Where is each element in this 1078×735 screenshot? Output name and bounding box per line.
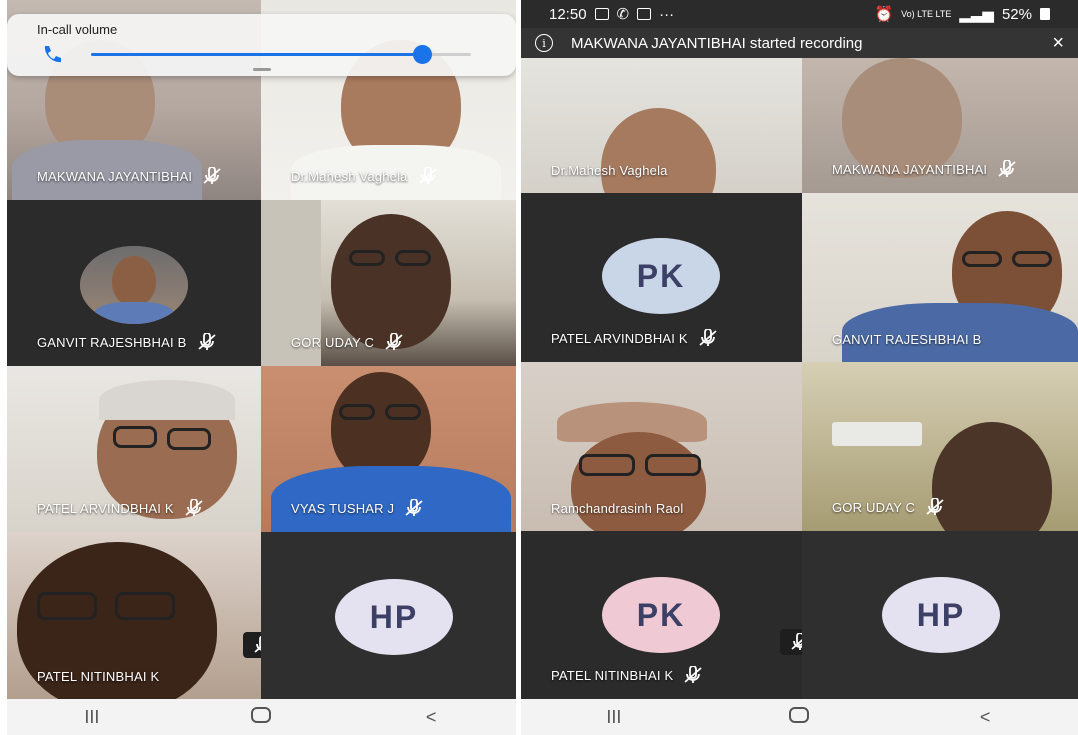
mic-off-icon — [253, 636, 261, 654]
right-phone-screen: Dr.Mahesh Vaghela MAKWANA JAYANTIBHAI PK… — [521, 0, 1078, 735]
participant-avatar-initials: PK — [602, 238, 720, 314]
volume-slider-thumb[interactable] — [412, 45, 432, 64]
recording-banner: i MAKWANA JAYANTIBHAI started recording … — [521, 28, 1078, 58]
mic-off-icon — [184, 499, 204, 517]
mic-off-icon — [404, 499, 424, 517]
battery-icon — [1040, 8, 1050, 20]
signal-icon: ▂▃▅ — [959, 6, 994, 23]
home-icon — [789, 706, 810, 723]
video-tile[interactable]: Dr.Mahesh Vaghela — [521, 58, 802, 193]
close-icon[interactable]: × — [1052, 32, 1064, 55]
video-tile[interactable]: GOR UDAY C — [802, 362, 1078, 531]
video-tile[interactable]: GANVIT RAJESHBHAI B — [7, 200, 261, 366]
participant-name: GOR UDAY C — [291, 333, 404, 351]
participant-name: PATEL ARVINDBHAI K — [551, 329, 718, 347]
status-bar: 12:50 ✆ ··· ⏰ Vo) LTE LTE ▂▃▅ 52% — [521, 0, 1078, 28]
video-tile[interactable]: GANVIT RAJESHBHAI B — [802, 193, 1078, 362]
video-tile[interactable]: PATEL ARVINDBHAI K — [7, 366, 261, 532]
video-tile[interactable]: Ramchandrasinh Raol — [521, 362, 802, 531]
participant-name: GOR UDAY C — [832, 498, 945, 516]
video-tile[interactable]: PK PATEL ARVINDBHAI K — [521, 193, 802, 362]
mute-indicator — [243, 632, 261, 658]
participant-name: MAKWANA JAYANTIBHAI — [37, 167, 222, 185]
mute-indicator — [780, 629, 802, 655]
mic-off-icon — [698, 329, 718, 347]
left-phone-screen: MAKWANA JAYANTIBHAI Dr.Mahesh Vaghela GA… — [7, 0, 516, 735]
video-tile[interactable]: HP — [261, 532, 516, 699]
mic-off-icon — [202, 167, 222, 185]
mic-off-icon — [997, 160, 1017, 178]
participant-name: GANVIT RAJESHBHAI B — [832, 332, 982, 347]
mic-off-icon — [418, 167, 438, 185]
gallery-icon — [594, 8, 609, 20]
participant-name: Dr.Mahesh Vaghela — [551, 163, 668, 178]
panel-handle[interactable] — [253, 68, 271, 71]
participant-avatar-initials: HP — [882, 577, 1000, 653]
mic-off-icon — [197, 333, 217, 351]
info-icon: i — [535, 34, 553, 52]
back-button[interactable]: < — [955, 707, 1015, 728]
mic-off-icon — [925, 498, 945, 516]
participant-name: PATEL NITINBHAI K — [551, 666, 703, 684]
volume-slider[interactable] — [91, 45, 471, 64]
phone-icon — [44, 46, 61, 63]
video-tile[interactable]: PK PATEL NITINBHAI K — [521, 531, 802, 699]
participant-name: MAKWANA JAYANTIBHAI — [832, 160, 1017, 178]
participant-name: GANVIT RAJESHBHAI B — [37, 333, 217, 351]
video-tile[interactable]: HP — [802, 531, 1078, 699]
video-tile[interactable]: GOR UDAY C — [261, 200, 516, 366]
recording-message: MAKWANA JAYANTIBHAI started recording — [571, 34, 863, 52]
home-icon — [251, 706, 272, 723]
participant-name: PATEL NITINBHAI K — [37, 669, 160, 684]
participant-avatar-initials: PK — [602, 577, 720, 653]
mic-off-icon — [384, 333, 404, 351]
participant-photo — [80, 246, 188, 324]
participant-name: Dr.Mahesh Vaghela — [291, 167, 438, 185]
status-time: 12:50 — [549, 5, 587, 23]
recents-button[interactable]: III — [62, 707, 122, 728]
volume-fill — [91, 53, 422, 56]
video-tile[interactable]: PATEL NITINBHAI K — [7, 532, 261, 699]
alarm-icon: ⏰ — [874, 6, 894, 23]
mic-off-icon — [683, 666, 703, 684]
video-icon — [637, 8, 652, 20]
participant-avatar-initials: HP — [335, 579, 453, 655]
system-nav-bar: III < — [521, 699, 1078, 735]
home-button[interactable] — [231, 706, 291, 728]
back-button[interactable]: < — [401, 707, 461, 728]
video-tile[interactable]: MAKWANA JAYANTIBHAI — [802, 58, 1078, 193]
recents-button[interactable]: III — [584, 707, 644, 728]
system-nav-bar: III < — [7, 699, 516, 735]
participant-name: Ramchandrasinh Raol — [551, 501, 684, 516]
network-indicator: Vo) LTE LTE — [901, 9, 952, 19]
home-button[interactable] — [769, 706, 829, 728]
participant-name: VYAS TUSHAR J — [291, 499, 424, 517]
mic-off-icon — [790, 633, 802, 651]
video-tile[interactable]: VYAS TUSHAR J — [261, 366, 516, 532]
in-call-volume-panel[interactable]: In-call volume — [7, 14, 516, 76]
battery-percent: 52% — [1001, 5, 1032, 23]
call-icon: ✆ — [616, 6, 630, 23]
volume-title: In-call volume — [37, 22, 118, 37]
participant-name: PATEL ARVINDBHAI K — [37, 499, 204, 517]
more-notifications: ··· — [659, 5, 675, 23]
